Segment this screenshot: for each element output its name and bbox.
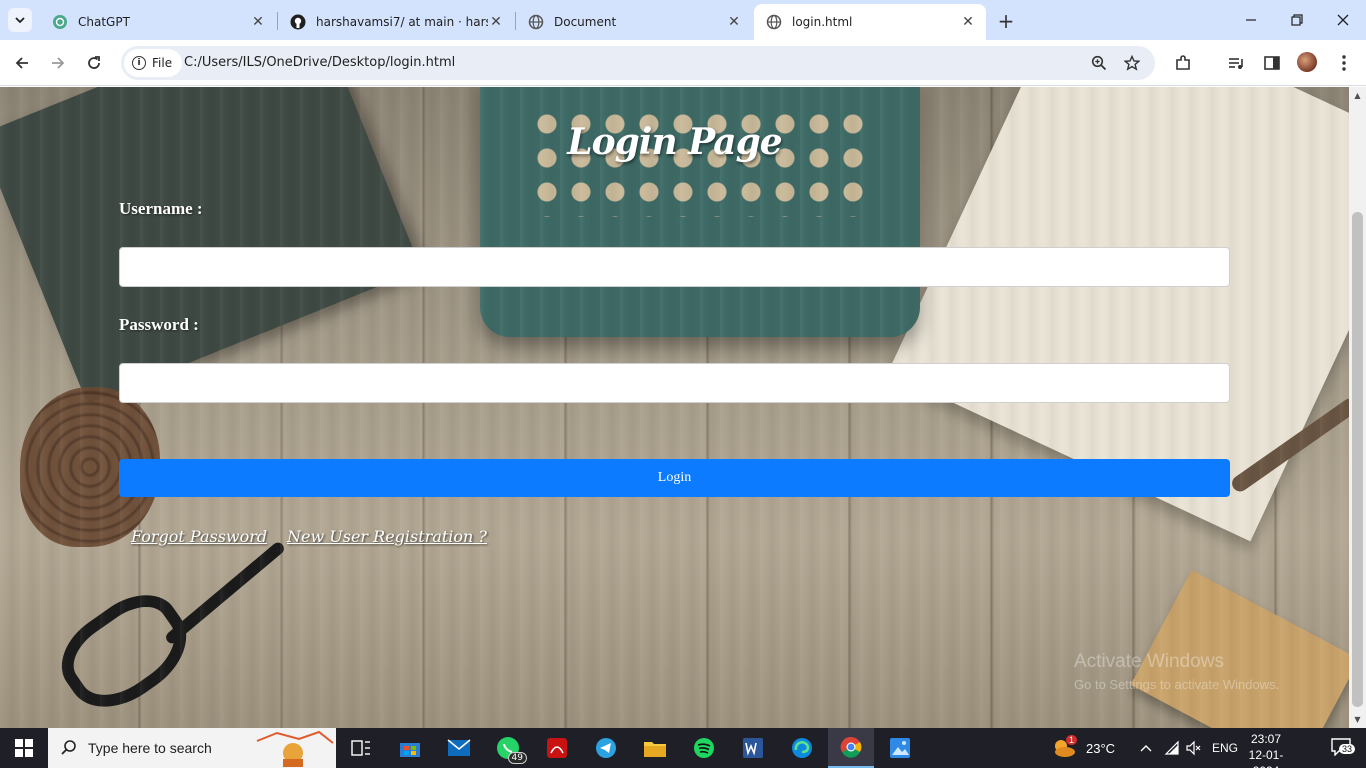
search-icon — [61, 740, 76, 755]
more-menu-icon[interactable] — [1332, 51, 1356, 75]
github-icon — [290, 14, 306, 30]
chatgpt-icon — [52, 14, 68, 30]
username-input[interactable] — [119, 247, 1230, 287]
back-button[interactable] — [8, 49, 36, 77]
forward-button[interactable] — [44, 49, 72, 77]
close-icon[interactable]: ✕ — [250, 14, 266, 30]
zoom-icon[interactable] — [1089, 53, 1109, 73]
network-icon[interactable] — [1164, 728, 1180, 768]
taskbar-search-box[interactable]: Type here to search — [48, 728, 336, 768]
tab-login-active[interactable]: login.html ✕ — [754, 4, 986, 40]
spotify-icon[interactable] — [681, 728, 727, 768]
close-icon[interactable]: ✕ — [960, 14, 976, 30]
temperature-text: 23°C — [1086, 740, 1116, 756]
globe-icon — [528, 14, 544, 30]
restore-icon — [1291, 14, 1303, 26]
side-panel-icon[interactable] — [1260, 51, 1284, 75]
clock-date: 12-01-2024 — [1248, 748, 1284, 778]
site-info-label: File — [152, 56, 173, 70]
browser-toolbar: i File C:/Users/ILS/OneDrive/Desktop/log… — [0, 40, 1366, 86]
scroll-up-icon[interactable]: ▲ — [1349, 87, 1366, 104]
arrow-right-icon — [52, 57, 65, 69]
site-info-chip[interactable]: i File — [124, 49, 183, 77]
minimize-button[interactable] — [1228, 0, 1274, 40]
language-text: ENG — [1212, 741, 1239, 755]
photos-icon[interactable] — [877, 728, 923, 768]
watermark-subtitle: Go to Settings to activate Windows. — [1074, 677, 1280, 692]
tab-github[interactable]: harshavamsi7/ at main · harshavamsi7 ✕ — [278, 4, 514, 40]
new-user-registration-link[interactable]: New User Registration ? — [287, 527, 487, 546]
task-view-icon[interactable] — [338, 728, 384, 768]
tab-title: ChatGPT — [78, 15, 130, 29]
taskbar-search-placeholder: Type here to search — [88, 740, 212, 756]
restore-button[interactable] — [1274, 0, 1320, 40]
globe-icon — [766, 14, 782, 30]
notification-count: 33 — [1339, 744, 1356, 754]
show-hidden-icons-button[interactable] — [1140, 728, 1152, 768]
browser-tab-strip: ChatGPT ✕ harshavamsi7/ at main · harsha… — [0, 0, 1366, 40]
whatsapp-badge: 49 — [507, 752, 527, 764]
tab-chatgpt[interactable]: ChatGPT ✕ — [40, 4, 276, 40]
edge-icon[interactable] — [779, 728, 825, 768]
address-bar[interactable]: i File C:/Users/ILS/OneDrive/Desktop/log… — [121, 46, 1155, 80]
tab-title: Document — [554, 15, 617, 29]
mail-icon[interactable] — [436, 728, 482, 768]
whatsapp-icon[interactable]: 49 — [485, 728, 531, 768]
close-icon — [1337, 14, 1349, 26]
start-button[interactable] — [0, 728, 48, 768]
activate-windows-watermark: Activate Windows Go to Settings to activ… — [1074, 651, 1279, 692]
word-icon[interactable] — [730, 728, 776, 768]
close-window-button[interactable] — [1320, 0, 1366, 40]
login-button[interactable]: Login — [119, 459, 1230, 497]
profile-avatar[interactable] — [1297, 52, 1317, 72]
close-icon[interactable]: ✕ — [726, 14, 742, 30]
media-control-icon[interactable] — [1224, 51, 1248, 75]
acrobat-icon[interactable] — [534, 728, 580, 768]
minimize-icon — [1246, 19, 1256, 21]
page-viewport: Login Page Username : Password : Login F… — [0, 87, 1349, 728]
background-wood-texture — [0, 87, 1349, 728]
reload-button[interactable] — [80, 49, 108, 77]
tab-search-button[interactable] — [8, 8, 32, 32]
close-icon[interactable]: ✕ — [488, 14, 504, 30]
password-label: Password : — [119, 315, 199, 334]
info-icon: i — [132, 56, 146, 70]
windows-taskbar: Type here to search 49 1 23°C ENG 23:07 … — [0, 728, 1366, 778]
weather-cloud-icon: 1 — [1052, 735, 1078, 759]
weather-widget[interactable]: 1 23°C — [1052, 728, 1115, 768]
chevron-down-icon — [15, 17, 25, 24]
tab-title: login.html — [792, 15, 853, 29]
language-indicator[interactable]: ENG — [1212, 728, 1238, 768]
volume-muted-icon[interactable] — [1186, 728, 1202, 768]
weather-alert-badge: 1 — [1066, 735, 1078, 745]
scroll-thumb[interactable] — [1352, 212, 1363, 707]
telegram-icon[interactable] — [583, 728, 629, 768]
forgot-password-link[interactable]: Forgot Password — [131, 527, 267, 546]
arrow-left-icon — [15, 57, 28, 69]
bookmark-star-icon[interactable] — [1122, 53, 1142, 73]
notification-center-button[interactable]: 33 — [1322, 728, 1362, 768]
clock-time: 23:07 — [1250, 732, 1282, 746]
chevron-up-icon — [1140, 745, 1152, 752]
page-title: Login Page — [567, 121, 782, 163]
notification-icon: 33 — [1331, 738, 1356, 758]
reload-icon — [88, 56, 100, 69]
microsoft-store-icon[interactable] — [387, 728, 433, 768]
extensions-icon[interactable] — [1171, 51, 1195, 75]
scroll-down-icon[interactable]: ▼ — [1349, 711, 1366, 728]
clock[interactable]: 23:07 12-01-2024 — [1236, 731, 1296, 779]
username-label: Username : — [119, 199, 203, 218]
file-explorer-icon[interactable] — [632, 728, 678, 768]
page-scrollbar[interactable]: ▲ ▼ — [1349, 87, 1366, 728]
windows-logo-icon — [15, 739, 33, 757]
password-input[interactable] — [119, 363, 1230, 403]
tab-document[interactable]: Document ✕ — [516, 4, 752, 40]
tab-title: harshavamsi7/ at main · harshavamsi7 — [316, 15, 488, 29]
new-tab-button[interactable]: + — [994, 9, 1018, 33]
url-text[interactable]: C:/Users/ILS/OneDrive/Desktop/login.html — [184, 55, 455, 70]
watermark-title: Activate Windows — [1074, 651, 1224, 672]
search-highlight-icon — [256, 730, 334, 767]
chrome-icon[interactable] — [828, 728, 874, 768]
